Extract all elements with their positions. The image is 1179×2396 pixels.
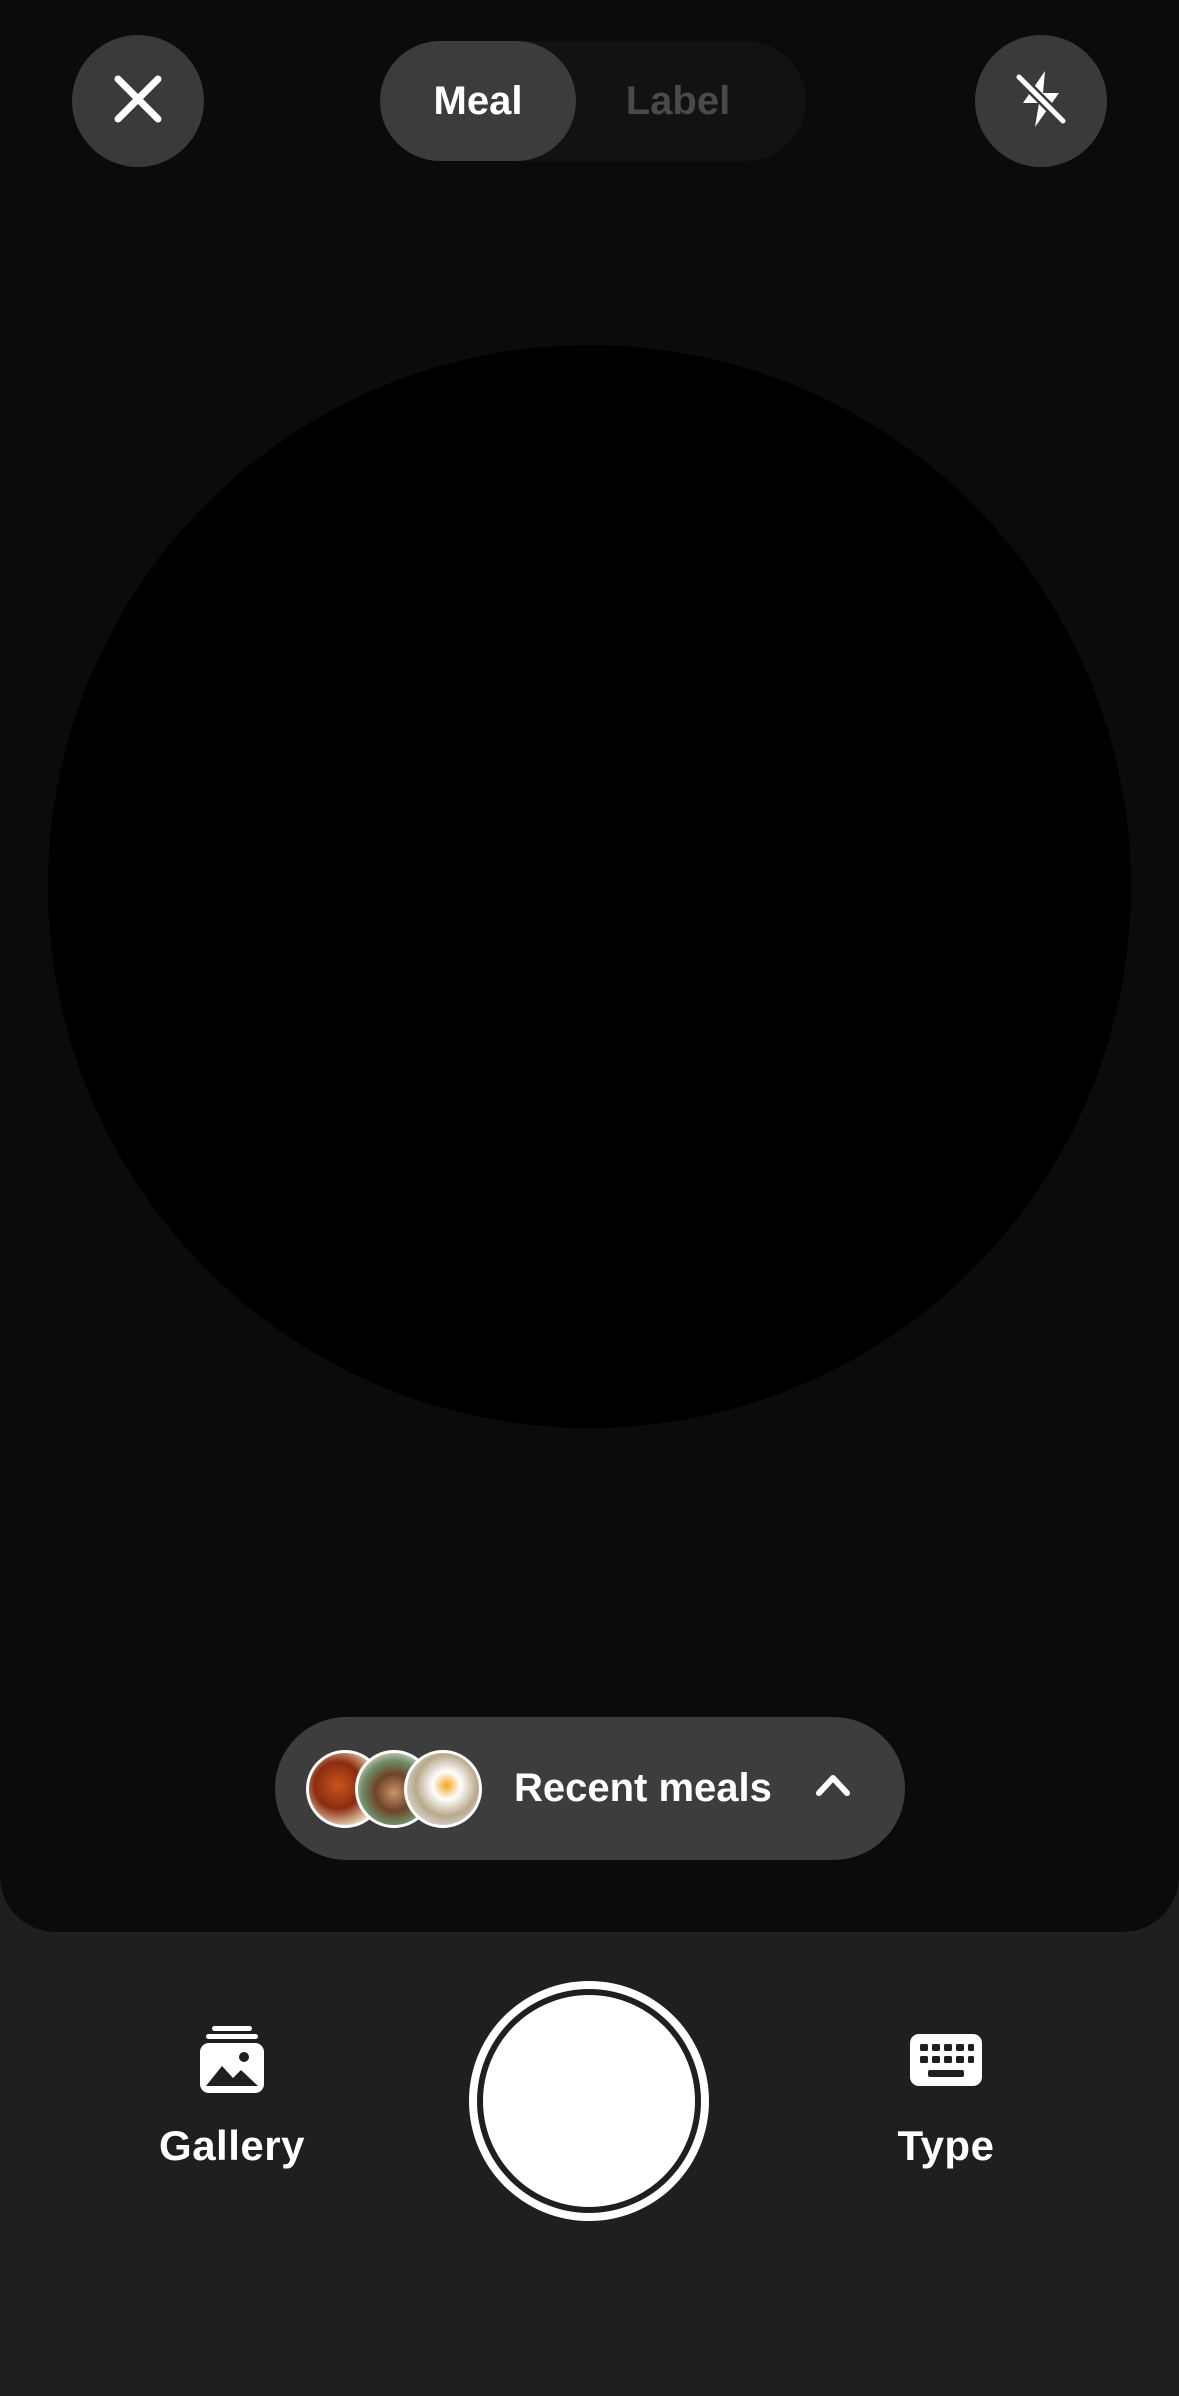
camera-screen: Meal Label Recent meals Gallery Type	[0, 0, 1179, 2396]
type-button[interactable]: Type	[836, 2020, 1056, 2190]
recent-meals-label: Recent meals	[514, 1766, 772, 1810]
gallery-button[interactable]: Gallery	[122, 2020, 342, 2190]
shutter-button[interactable]	[469, 1981, 709, 2221]
mode-option-meal[interactable]: Meal	[380, 41, 576, 161]
scan-area-circle	[48, 345, 1131, 1428]
gallery-icon	[192, 2020, 272, 2100]
camera-viewfinder: Meal Label Recent meals	[0, 0, 1179, 1932]
close-button[interactable]	[72, 35, 204, 167]
flash-off-icon	[1009, 67, 1073, 136]
recent-meals-button[interactable]: Recent meals	[275, 1717, 905, 1860]
close-icon	[108, 69, 168, 134]
gallery-label: Gallery	[159, 2122, 305, 2169]
shutter-ring	[477, 1989, 701, 2213]
flash-toggle-button[interactable]	[975, 35, 1107, 167]
mode-toggle: Meal Label	[380, 41, 806, 161]
recent-meal-thumbnail	[404, 1750, 482, 1828]
chevron-up-icon	[813, 1765, 853, 1805]
type-label: Type	[897, 2122, 995, 2169]
mode-option-label[interactable]: Label	[580, 41, 776, 161]
keyboard-icon	[906, 2020, 986, 2100]
